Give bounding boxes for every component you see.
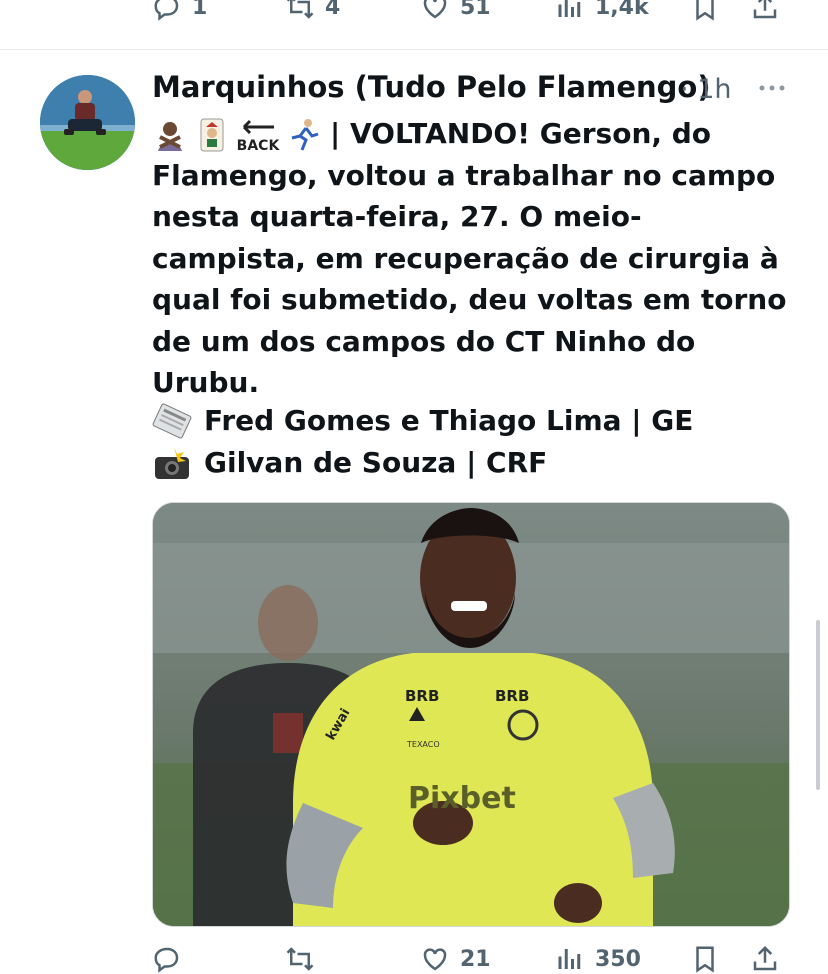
tweet-text-container: BACK | VOLTANDO! Gerson, do Flamengo, vo… [152,113,792,404]
views-count: 1,4k [595,0,649,20]
views-icon [558,0,581,17]
bookmark-button[interactable] [690,944,720,974]
newspaper-icon [152,403,192,439]
bookmark-button-prev[interactable] [690,0,720,22]
jersey-text-pixbet: Pixbet [408,781,516,816]
separator-dot: · [680,74,689,105]
tweet-time[interactable]: · 1h [680,74,731,105]
bookmark-icon [696,0,714,21]
reply-icon [154,0,179,21]
bookmark-icon [696,946,714,973]
tweet-divider [0,49,828,50]
more-options-button[interactable] [754,70,790,106]
like-count: 21 [460,946,491,972]
retweet-icon [286,947,314,971]
avatar-image [40,75,135,170]
avatar[interactable] [40,75,135,170]
reply-count: 1 [192,0,208,20]
retweet-icon [286,0,314,19]
credit-text-author: Fred Gomes e Thiago Lima | GE [204,404,694,437]
credit-text-photo: Gilvan de Souza | CRF [204,446,548,479]
back-label: BACK [237,138,280,153]
like-count: 51 [460,0,491,20]
time-label: 1h [697,74,732,105]
tweet-media-photo[interactable]: BRB BRB kwai TEXACO Pixbet [152,502,790,927]
credits: Fred Gomes e Thiago Lima | GE Gilvan de … [152,400,693,484]
share-button-prev[interactable] [750,0,780,22]
like-button-prev[interactable]: 51 [420,0,491,22]
reply-button-prev[interactable]: 1 [152,0,207,22]
retweet-button-prev[interactable]: 4 [285,0,340,22]
like-button[interactable]: 21 [420,944,491,974]
tweet-text: | VOLTANDO! Gerson, do Flamengo, voltou … [152,117,787,399]
tweet-action-bar: 21 350 [0,936,828,974]
views-icon [558,949,581,969]
jersey-text-brb-2: BRB [495,687,529,705]
author-name[interactable]: Marquinhos (Tudo Pelo Flamengo) [152,70,711,104]
emoji-row: BACK [152,117,322,154]
share-icon [753,0,777,19]
jersey-text-brb-1: BRB [405,687,439,705]
credit-row-text: Fred Gomes e Thiago Lima | GE [152,400,693,442]
scrollbar-thumb[interactable] [816,620,820,790]
share-button[interactable] [750,944,780,974]
previous-tweet-action-bar: 1 4 51 1,4k [0,0,828,48]
heart-icon [423,948,447,971]
back-arrow-icon: BACK [236,117,280,154]
views-button-prev[interactable]: 1,4k [555,0,649,22]
man-gesturing-no-icon [152,117,188,153]
running-man-icon [286,117,322,153]
retweet-button[interactable] [285,944,325,974]
views-count: 350 [595,946,641,972]
jersey-text-texaco: TEXACO [406,740,440,749]
reply-icon [154,947,179,973]
share-icon [753,945,777,971]
views-button[interactable]: 350 [555,944,641,974]
retweet-count: 4 [325,0,341,20]
joker-card-icon [194,117,230,153]
soccer-player-photo: BRB BRB kwai TEXACO Pixbet [153,503,789,926]
camera-flash-icon [155,447,189,479]
credit-row-photo: Gilvan de Souza | CRF [152,442,693,484]
more-icon [759,85,785,91]
heart-icon [423,0,447,19]
reply-button[interactable] [152,944,192,974]
